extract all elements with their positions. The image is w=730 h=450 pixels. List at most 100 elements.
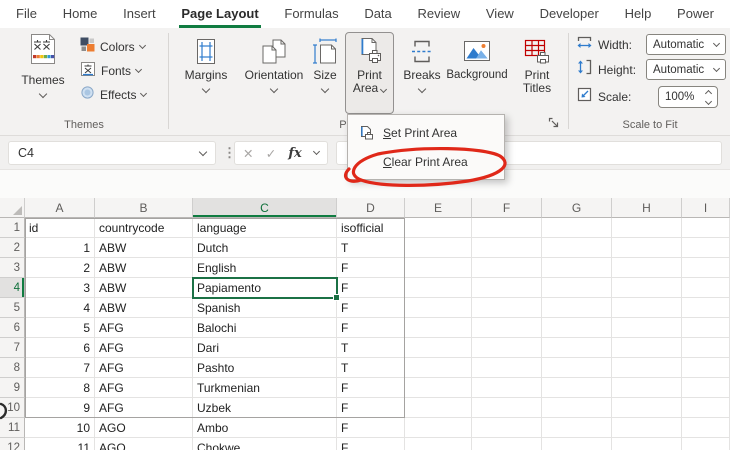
cell-E7[interactable]: [405, 338, 472, 358]
cell-E5[interactable]: [405, 298, 472, 318]
cell-I8[interactable]: [682, 358, 730, 378]
cell-C11[interactable]: Ambo: [193, 418, 337, 438]
cell-E1[interactable]: [405, 218, 472, 238]
cell-G7[interactable]: [542, 338, 612, 358]
menu-item-set-print-area[interactable]: Set Print Area: [348, 118, 504, 147]
cell-G11[interactable]: [542, 418, 612, 438]
cell-G3[interactable]: [542, 258, 612, 278]
menu-tab-help[interactable]: Help: [623, 0, 654, 28]
name-box[interactable]: C4: [8, 141, 216, 165]
themes-button[interactable]: Themes: [14, 33, 72, 113]
cell-F11[interactable]: [472, 418, 542, 438]
cell-A12[interactable]: 11: [25, 438, 95, 450]
theme-effects-button[interactable]: Effects: [80, 84, 146, 106]
cell-B8[interactable]: AFG: [95, 358, 193, 378]
cell-D10[interactable]: F: [337, 398, 405, 418]
cell-C8[interactable]: Pashto: [193, 358, 337, 378]
cell-B2[interactable]: ABW: [95, 238, 193, 258]
column-header-D[interactable]: D: [337, 198, 405, 218]
cell-D7[interactable]: T: [337, 338, 405, 358]
cell-D8[interactable]: T: [337, 358, 405, 378]
cell-G9[interactable]: [542, 378, 612, 398]
column-header-A[interactable]: A: [25, 198, 95, 218]
cell-D5[interactable]: F: [337, 298, 405, 318]
cell-C9[interactable]: Turkmenian: [193, 378, 337, 398]
column-header-C[interactable]: C: [193, 198, 337, 218]
cell-F1[interactable]: [472, 218, 542, 238]
orientation-button[interactable]: Orientation: [236, 32, 312, 114]
cell-E2[interactable]: [405, 238, 472, 258]
cell-I11[interactable]: [682, 418, 730, 438]
row-header-12[interactable]: 12: [0, 438, 25, 450]
row-header-1[interactable]: 1: [0, 218, 25, 238]
menu-tab-insert[interactable]: Insert: [121, 0, 158, 28]
cell-B7[interactable]: AFG: [95, 338, 193, 358]
cell-D2[interactable]: T: [337, 238, 405, 258]
cell-E8[interactable]: [405, 358, 472, 378]
column-header-G[interactable]: G: [542, 198, 612, 218]
cell-B3[interactable]: ABW: [95, 258, 193, 278]
column-header-H[interactable]: H: [612, 198, 682, 218]
cell-B9[interactable]: AFG: [95, 378, 193, 398]
cell-F6[interactable]: [472, 318, 542, 338]
cell-C5[interactable]: Spanish: [193, 298, 337, 318]
cell-E6[interactable]: [405, 318, 472, 338]
print-titles-button[interactable]: Print Titles: [512, 32, 562, 114]
cell-H7[interactable]: [612, 338, 682, 358]
cell-H4[interactable]: [612, 278, 682, 298]
cell-C12[interactable]: Chokwe: [193, 438, 337, 450]
cell-F5[interactable]: [472, 298, 542, 318]
menu-tab-file[interactable]: File: [14, 0, 39, 28]
cell-E11[interactable]: [405, 418, 472, 438]
cell-I9[interactable]: [682, 378, 730, 398]
row-header-6[interactable]: 6: [0, 318, 25, 338]
cell-D6[interactable]: F: [337, 318, 405, 338]
menu-tab-data[interactable]: Data: [362, 0, 393, 28]
cell-H12[interactable]: [612, 438, 682, 450]
cell-G5[interactable]: [542, 298, 612, 318]
cell-G12[interactable]: [542, 438, 612, 450]
row-header-5[interactable]: 5: [0, 298, 25, 318]
cell-I3[interactable]: [682, 258, 730, 278]
cell-E4[interactable]: [405, 278, 472, 298]
cell-H3[interactable]: [612, 258, 682, 278]
cell-C1[interactable]: language: [193, 218, 337, 238]
cell-G8[interactable]: [542, 358, 612, 378]
insert-function-icon[interactable]: fx: [288, 146, 301, 161]
cell-G4[interactable]: [542, 278, 612, 298]
cell-B10[interactable]: AFG: [95, 398, 193, 418]
cell-A2[interactable]: 1: [25, 238, 95, 258]
cell-F8[interactable]: [472, 358, 542, 378]
cell-A11[interactable]: 10: [25, 418, 95, 438]
cell-D1[interactable]: isofficial: [337, 218, 405, 238]
cell-F9[interactable]: [472, 378, 542, 398]
menu-tab-power[interactable]: Power: [675, 0, 716, 28]
cell-D9[interactable]: F: [337, 378, 405, 398]
cell-I4[interactable]: [682, 278, 730, 298]
cell-A10[interactable]: 9: [25, 398, 95, 418]
cell-C7[interactable]: Dari: [193, 338, 337, 358]
cell-F3[interactable]: [472, 258, 542, 278]
cell-A9[interactable]: 8: [25, 378, 95, 398]
fit-height-dropdown[interactable]: Automatic: [646, 59, 726, 80]
menu-tab-developer[interactable]: Developer: [538, 0, 601, 28]
cell-A1[interactable]: id: [25, 218, 95, 238]
cell-C3[interactable]: English: [193, 258, 337, 278]
row-header-8[interactable]: 8: [0, 358, 25, 378]
print-area-button[interactable]: Print Area: [345, 32, 394, 114]
cell-B6[interactable]: AFG: [95, 318, 193, 338]
cell-B12[interactable]: AGO: [95, 438, 193, 450]
row-header-3[interactable]: 3: [0, 258, 25, 278]
column-header-E[interactable]: E: [405, 198, 472, 218]
cell-E3[interactable]: [405, 258, 472, 278]
cell-A8[interactable]: 7: [25, 358, 95, 378]
cell-H6[interactable]: [612, 318, 682, 338]
column-header-I[interactable]: I: [682, 198, 730, 218]
cell-C4[interactable]: Papiamento: [193, 278, 337, 298]
cell-C10[interactable]: Uzbek: [193, 398, 337, 418]
menu-tab-review[interactable]: Review: [416, 0, 463, 28]
cell-C2[interactable]: Dutch: [193, 238, 337, 258]
cell-B11[interactable]: AGO: [95, 418, 193, 438]
cell-I5[interactable]: [682, 298, 730, 318]
cell-F7[interactable]: [472, 338, 542, 358]
